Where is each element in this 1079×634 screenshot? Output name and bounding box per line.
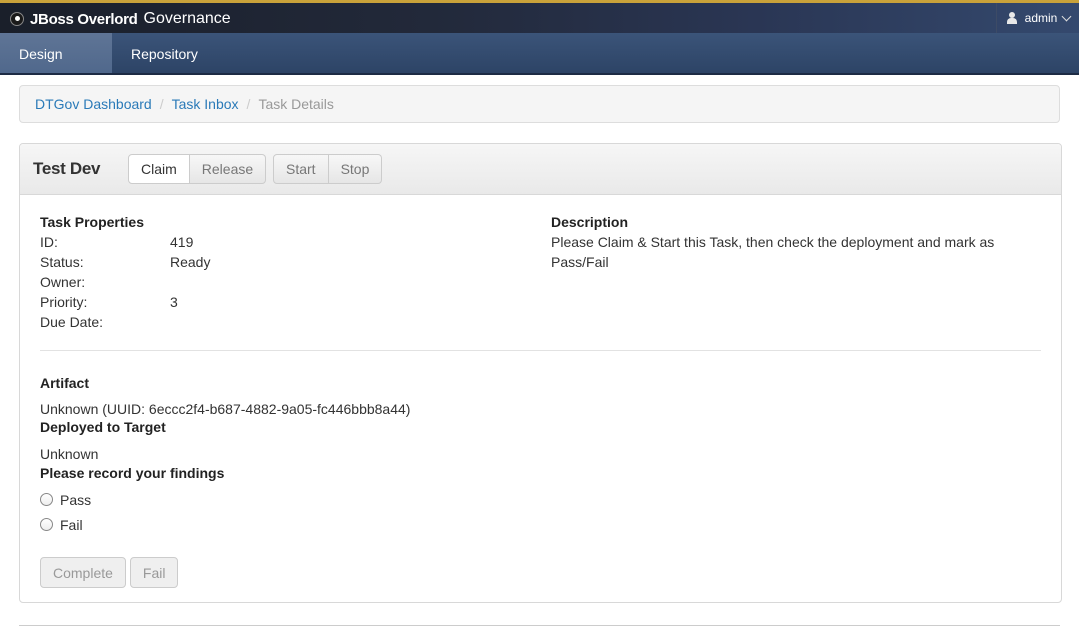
property-value: 419 [170,234,194,250]
pass-option[interactable]: Pass [40,487,410,512]
fail-label[interactable]: Fail [60,517,83,533]
property-row-owner: Owner: [40,272,210,292]
property-row-status: Status: Ready [40,252,210,272]
property-key: Due Date: [40,314,104,330]
pass-label[interactable]: Pass [60,492,91,508]
deployed-heading: Deployed to Target [40,419,166,435]
claim-button[interactable]: Claim [128,154,190,184]
release-button[interactable]: Release [189,154,267,184]
task-actions: Complete Fail [40,557,182,588]
fail-radio[interactable] [40,518,53,531]
property-key: ID: [40,234,58,250]
task-properties-heading: Task Properties [40,214,145,230]
brand-subtitle: Governance [143,10,231,27]
complete-button[interactable]: Complete [40,557,126,588]
pass-radio[interactable] [40,493,53,506]
artifact-heading: Artifact [40,375,90,391]
user-icon [1006,11,1018,25]
breadcrumb-current: Task Details [258,96,334,112]
property-key: Owner: [40,274,86,290]
description-heading: Description [551,214,629,230]
nav-item-design-time[interactable]: Design Time [0,33,112,104]
property-key: Status: [40,254,84,270]
chevron-down-icon [1061,11,1072,21]
property-key: Priority: [40,294,88,310]
findings-heading: Please record your findings [40,465,225,481]
property-value: Ready [170,254,211,270]
main-nav: Design Time Repository [0,33,1079,104]
breadcrumb-separator: / [159,96,164,112]
brand-name: JBoss Overlord [30,10,138,28]
claim-release-group: Claim Release [128,154,267,184]
top-header: JBoss Overlord Governance admin [0,0,1079,33]
deployed-value: Unknown [40,446,99,462]
description-text: Please Claim & Start this Task, then che… [551,234,995,270]
artifact-section: Artifact Unknown (UUID: 6eccc2f4-b687-48… [40,374,410,537]
breadcrumb-task-inbox[interactable]: Task Inbox [172,96,239,112]
fail-button[interactable]: Fail [129,557,179,588]
property-value: 3 [170,294,178,310]
user-menu[interactable]: admin [996,3,1079,33]
stop-button[interactable]: Stop [328,154,383,184]
footer-divider [19,625,1060,626]
breadcrumb-dtgov-dashboard[interactable]: DTGov Dashboard [35,96,152,112]
nav-item-repository[interactable]: Repository [112,33,217,73]
fail-option[interactable]: Fail [40,512,410,537]
brand[interactable]: JBoss Overlord Governance [10,8,231,30]
divider [40,350,1041,351]
start-button[interactable]: Start [273,154,329,184]
task-properties: Task Properties ID: 419 Status: Ready Ow… [40,212,210,332]
user-name: admin [1024,11,1058,25]
property-row-id: ID: 419 [40,232,210,252]
artifact-value: Unknown (UUID: 6eccc2f4-b687-4882-9a05-f… [40,401,411,417]
breadcrumb-separator: / [246,96,251,112]
task-description: Description Please Claim & Start this Ta… [551,212,1021,272]
jboss-logo-icon [10,12,24,26]
property-row-due-date: Due Date: [40,312,210,332]
task-panel-header: Test Dev Claim Release Start Stop [20,144,1061,195]
task-title: Test Dev [33,159,101,178]
task-panel: Test Dev Claim Release Start Stop Task P… [19,143,1062,603]
start-stop-group: Start Stop [273,154,383,184]
breadcrumb: DTGov Dashboard / Task Inbox / Task Deta… [19,85,1060,123]
property-row-priority: Priority: 3 [40,292,210,312]
